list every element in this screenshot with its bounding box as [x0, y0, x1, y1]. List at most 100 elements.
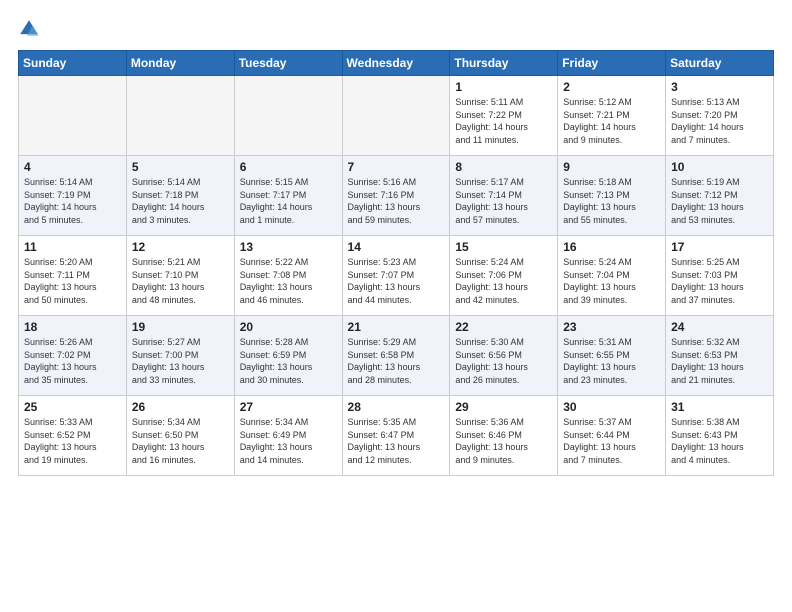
calendar-cell: 1 Sunrise: 5:11 AM Sunset: 7:22 PM Daylig…: [450, 76, 558, 156]
day-info: Sunrise: 5:35 AM Sunset: 6:47 PM Dayligh…: [348, 416, 445, 466]
day-info: Sunrise: 5:19 AM Sunset: 7:12 PM Dayligh…: [671, 176, 768, 226]
calendar-cell: 26 Sunrise: 5:34 AM Sunset: 6:50 PM Dayli…: [126, 396, 234, 476]
calendar-cell: 11 Sunrise: 5:20 AM Sunset: 7:11 PM Dayli…: [19, 236, 127, 316]
calendar-cell: 27 Sunrise: 5:34 AM Sunset: 6:49 PM Dayli…: [234, 396, 342, 476]
day-info: Sunrise: 5:34 AM Sunset: 6:49 PM Dayligh…: [240, 416, 337, 466]
day-number: 18: [24, 320, 121, 334]
calendar-cell: 24Sunrise: 5:32 AM Sunset: 6:53 PM Dayli…: [666, 316, 774, 396]
day-number: 22: [455, 320, 552, 334]
weekday-header-row: SundayMondayTuesdayWednesdayThursdayFrid…: [19, 51, 774, 76]
day-number: 16: [563, 240, 660, 254]
day-number: 15: [455, 240, 552, 254]
calendar-cell: 16Sunrise: 5:24 AM Sunset: 7:04 PM Dayli…: [558, 236, 666, 316]
calendar-cell: 17 Sunrise: 5:25 AM Sunset: 7:03 PM Dayli…: [666, 236, 774, 316]
day-info: Sunrise: 5:22 AM Sunset: 7:08 PM Dayligh…: [240, 256, 337, 306]
day-number: 1: [455, 80, 552, 94]
day-number: 23: [563, 320, 660, 334]
day-number: 30: [563, 400, 660, 414]
calendar: SundayMondayTuesdayWednesdayThursdayFrid…: [18, 50, 774, 476]
calendar-cell: 25 Sunrise: 5:33 AM Sunset: 6:52 PM Dayli…: [19, 396, 127, 476]
day-number: 17: [671, 240, 768, 254]
day-number: 6: [240, 160, 337, 174]
day-info: Sunrise: 5:36 AM Sunset: 6:46 PM Dayligh…: [455, 416, 552, 466]
day-info: Sunrise: 5:23 AM Sunset: 7:07 PM Dayligh…: [348, 256, 445, 306]
day-number: 21: [348, 320, 445, 334]
day-info: Sunrise: 5:21 AM Sunset: 7:10 PM Dayligh…: [132, 256, 229, 306]
day-number: 12: [132, 240, 229, 254]
calendar-cell: 3 Sunrise: 5:13 AM Sunset: 7:20 PM Daylig…: [666, 76, 774, 156]
day-number: 4: [24, 160, 121, 174]
calendar-cell: 2Sunrise: 5:12 AM Sunset: 7:21 PM Daylig…: [558, 76, 666, 156]
calendar-cell: 8 Sunrise: 5:17 AM Sunset: 7:14 PM Daylig…: [450, 156, 558, 236]
weekday-header-sunday: Sunday: [19, 51, 127, 76]
weekday-header-friday: Friday: [558, 51, 666, 76]
day-info: Sunrise: 5:32 AM Sunset: 6:53 PM Dayligh…: [671, 336, 768, 386]
calendar-cell: 29 Sunrise: 5:36 AM Sunset: 6:46 PM Dayli…: [450, 396, 558, 476]
weekday-header-wednesday: Wednesday: [342, 51, 450, 76]
weekday-header-thursday: Thursday: [450, 51, 558, 76]
weekday-header-monday: Monday: [126, 51, 234, 76]
day-info: Sunrise: 5:14 AM Sunset: 7:19 PM Dayligh…: [24, 176, 121, 226]
logo-icon: [18, 18, 40, 40]
day-info: Sunrise: 5:34 AM Sunset: 6:50 PM Dayligh…: [132, 416, 229, 466]
day-info: Sunrise: 5:15 AM Sunset: 7:17 PM Dayligh…: [240, 176, 337, 226]
calendar-cell: 14 Sunrise: 5:23 AM Sunset: 7:07 PM Dayli…: [342, 236, 450, 316]
day-number: 19: [132, 320, 229, 334]
day-number: 29: [455, 400, 552, 414]
day-number: 31: [671, 400, 768, 414]
day-number: 5: [132, 160, 229, 174]
calendar-cell: 13 Sunrise: 5:22 AM Sunset: 7:08 PM Dayli…: [234, 236, 342, 316]
calendar-cell: 31Sunrise: 5:38 AM Sunset: 6:43 PM Dayli…: [666, 396, 774, 476]
day-info: Sunrise: 5:28 AM Sunset: 6:59 PM Dayligh…: [240, 336, 337, 386]
calendar-cell: 7Sunrise: 5:16 AM Sunset: 7:16 PM Daylig…: [342, 156, 450, 236]
weekday-header-tuesday: Tuesday: [234, 51, 342, 76]
calendar-cell: [234, 76, 342, 156]
calendar-cell: 23Sunrise: 5:31 AM Sunset: 6:55 PM Dayli…: [558, 316, 666, 396]
day-number: 10: [671, 160, 768, 174]
calendar-cell: 19 Sunrise: 5:27 AM Sunset: 7:00 PM Dayli…: [126, 316, 234, 396]
logo: [18, 18, 44, 40]
calendar-cell: 15 Sunrise: 5:24 AM Sunset: 7:06 PM Dayli…: [450, 236, 558, 316]
day-number: 14: [348, 240, 445, 254]
calendar-cell: 21 Sunrise: 5:29 AM Sunset: 6:58 PM Dayli…: [342, 316, 450, 396]
day-info: Sunrise: 5:29 AM Sunset: 6:58 PM Dayligh…: [348, 336, 445, 386]
day-info: Sunrise: 5:18 AM Sunset: 7:13 PM Dayligh…: [563, 176, 660, 226]
day-info: Sunrise: 5:16 AM Sunset: 7:16 PM Dayligh…: [348, 176, 445, 226]
calendar-cell: 9 Sunrise: 5:18 AM Sunset: 7:13 PM Daylig…: [558, 156, 666, 236]
calendar-cell: 5Sunrise: 5:14 AM Sunset: 7:18 PM Daylig…: [126, 156, 234, 236]
calendar-cell: 12 Sunrise: 5:21 AM Sunset: 7:10 PM Dayli…: [126, 236, 234, 316]
calendar-cell: [126, 76, 234, 156]
day-info: Sunrise: 5:20 AM Sunset: 7:11 PM Dayligh…: [24, 256, 121, 306]
day-number: 28: [348, 400, 445, 414]
day-info: Sunrise: 5:33 AM Sunset: 6:52 PM Dayligh…: [24, 416, 121, 466]
day-number: 27: [240, 400, 337, 414]
day-number: 9: [563, 160, 660, 174]
calendar-cell: 10 Sunrise: 5:19 AM Sunset: 7:12 PM Dayli…: [666, 156, 774, 236]
day-number: 13: [240, 240, 337, 254]
day-number: 2: [563, 80, 660, 94]
day-number: 11: [24, 240, 121, 254]
day-number: 26: [132, 400, 229, 414]
day-info: Sunrise: 5:37 AM Sunset: 6:44 PM Dayligh…: [563, 416, 660, 466]
day-info: Sunrise: 5:27 AM Sunset: 7:00 PM Dayligh…: [132, 336, 229, 386]
day-info: Sunrise: 5:13 AM Sunset: 7:20 PM Dayligh…: [671, 96, 768, 146]
day-info: Sunrise: 5:26 AM Sunset: 7:02 PM Dayligh…: [24, 336, 121, 386]
calendar-cell: [342, 76, 450, 156]
day-info: Sunrise: 5:25 AM Sunset: 7:03 PM Dayligh…: [671, 256, 768, 306]
calendar-cell: 6 Sunrise: 5:15 AM Sunset: 7:17 PM Daylig…: [234, 156, 342, 236]
day-info: Sunrise: 5:24 AM Sunset: 7:06 PM Dayligh…: [455, 256, 552, 306]
day-number: 25: [24, 400, 121, 414]
week-row-2: 11 Sunrise: 5:20 AM Sunset: 7:11 PM Dayli…: [19, 236, 774, 316]
calendar-cell: 22 Sunrise: 5:30 AM Sunset: 6:56 PM Dayli…: [450, 316, 558, 396]
week-row-1: 4 Sunrise: 5:14 AM Sunset: 7:19 PM Daylig…: [19, 156, 774, 236]
calendar-cell: 30 Sunrise: 5:37 AM Sunset: 6:44 PM Dayli…: [558, 396, 666, 476]
calendar-cell: [19, 76, 127, 156]
header: [18, 18, 774, 40]
day-info: Sunrise: 5:30 AM Sunset: 6:56 PM Dayligh…: [455, 336, 552, 386]
day-number: 8: [455, 160, 552, 174]
day-info: Sunrise: 5:11 AM Sunset: 7:22 PM Dayligh…: [455, 96, 552, 146]
calendar-cell: 20Sunrise: 5:28 AM Sunset: 6:59 PM Dayli…: [234, 316, 342, 396]
day-info: Sunrise: 5:17 AM Sunset: 7:14 PM Dayligh…: [455, 176, 552, 226]
day-number: 3: [671, 80, 768, 94]
calendar-cell: 28 Sunrise: 5:35 AM Sunset: 6:47 PM Dayli…: [342, 396, 450, 476]
